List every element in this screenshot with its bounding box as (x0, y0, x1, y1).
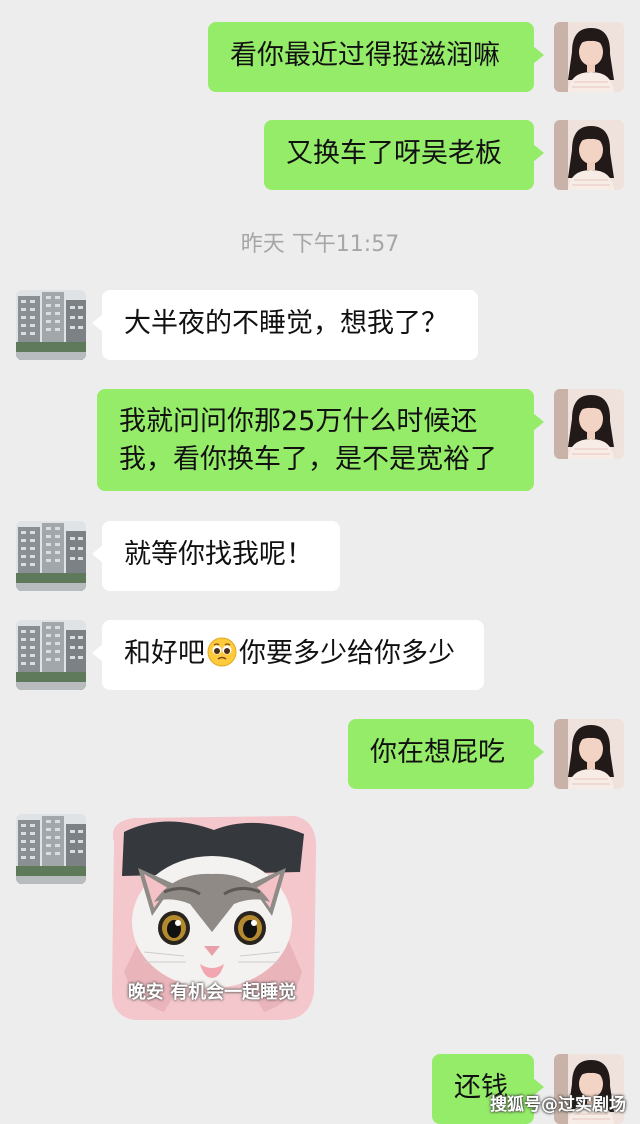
message-bubble[interactable]: 你在想屁吃 (348, 719, 544, 789)
message-text: 就等你找我呢！ (124, 539, 313, 570)
message-bubble[interactable]: 就等你找我呢！ (92, 521, 340, 591)
cat-sticker[interactable]: 晚安 有机会一起睡觉 (104, 812, 320, 1024)
message-bubble[interactable]: 看你最近过得挺滋润嘛 (208, 22, 544, 92)
woman-portrait-icon (554, 22, 624, 92)
message-text: 又换车了呀吴老板 (286, 138, 502, 169)
my-avatar[interactable] (554, 389, 624, 459)
message-bubble[interactable]: 又换车了呀吴老板 (264, 120, 544, 190)
contact-avatar[interactable] (16, 620, 86, 690)
apartment-building-icon (16, 521, 86, 591)
apartment-building-icon (16, 814, 86, 884)
message-text: 大半夜的不睡觉，想我了？ (124, 308, 448, 339)
my-avatar[interactable] (554, 22, 624, 92)
message-bubble[interactable]: 大半夜的不睡觉，想我了？ (92, 290, 478, 360)
message-text: 和好吧 (124, 638, 205, 669)
message-bubble[interactable]: 和好吧 你要多少给你多少 (92, 620, 484, 690)
pleading-face-icon (207, 637, 237, 667)
woman-portrait-icon (554, 389, 624, 459)
message-text: 你在想屁吃 (370, 737, 505, 768)
my-avatar[interactable] (554, 120, 624, 190)
apartment-building-icon (16, 290, 86, 360)
my-avatar[interactable] (554, 719, 624, 789)
contact-avatar[interactable] (16, 814, 86, 884)
message-text: 看你最近过得挺滋润嘛 (230, 40, 500, 71)
message-text: 我就问问你那25万什么时候还我，看你换车了，是不是宽裕了 (119, 406, 497, 475)
chat-timestamp: 昨天 下午11:57 (240, 232, 400, 257)
message-text: 你要多少给你多少 (239, 638, 455, 669)
contact-avatar[interactable] (16, 290, 86, 360)
message-bubble[interactable]: 我就问问你那25万什么时候还我，看你换车了，是不是宽裕了 (97, 389, 544, 491)
contact-avatar[interactable] (16, 521, 86, 591)
apartment-building-icon (16, 620, 86, 690)
woman-portrait-icon (554, 719, 624, 789)
sticker-caption: 晚安 有机会一起睡觉 (127, 982, 297, 1003)
woman-portrait-icon (554, 120, 624, 190)
top-bar-cut (0, 0, 640, 10)
watermark: 搜狐号@过实剧场 (490, 1095, 626, 1115)
